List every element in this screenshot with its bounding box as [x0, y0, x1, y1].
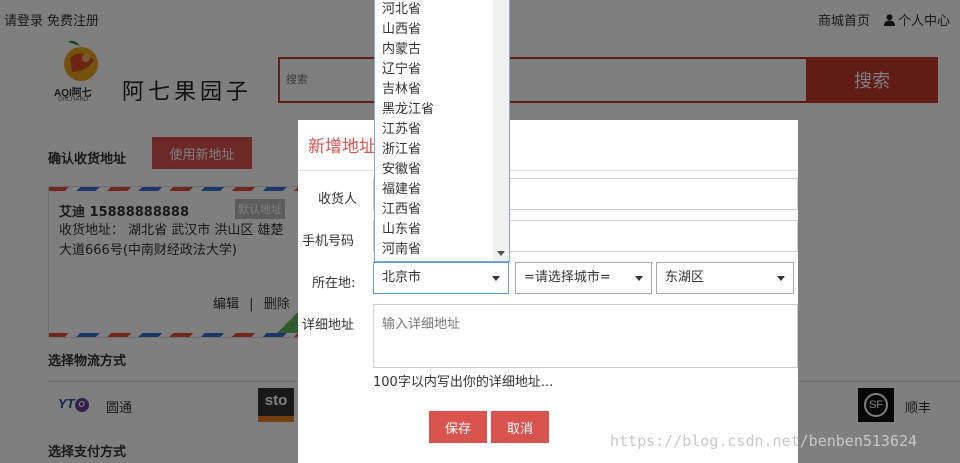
province-option[interactable]: 江苏省	[375, 120, 495, 140]
province-option[interactable]: 山西省	[375, 20, 495, 40]
city-select[interactable]: =请选择城市=	[515, 262, 652, 294]
phone-label: 手机号码	[302, 234, 355, 249]
province-option[interactable]: 福建省	[375, 180, 495, 200]
province-option[interactable]: 山东省	[375, 220, 495, 240]
receiver-label: 收货人	[318, 192, 358, 207]
scroll-down-arrow-icon[interactable]	[497, 251, 505, 256]
chevron-down-icon	[492, 276, 500, 281]
province-value: 北京市	[382, 270, 422, 285]
province-option[interactable]: 江西省	[375, 200, 495, 220]
dropdown-scrollbar[interactable]	[493, 0, 509, 261]
detail-address-textarea[interactable]	[373, 304, 798, 368]
district-select[interactable]: 东湖区	[656, 262, 794, 294]
province-options: 河北省 山西省 内蒙古 辽宁省 吉林省 黑龙江省 江苏省 浙江省 安徽省 福建省 江西省 山东省 河南省	[375, 0, 495, 260]
province-option[interactable]: 吉林省	[375, 80, 495, 100]
save-button[interactable]: 保存	[429, 411, 487, 443]
watermark: https://blog.csdn.net/benben513624	[610, 432, 918, 450]
province-option[interactable]: 浙江省	[375, 140, 495, 160]
modal-divider	[298, 170, 798, 171]
cancel-button[interactable]: 取消	[491, 411, 549, 443]
chevron-down-icon	[635, 276, 643, 281]
modal-title: 新增地址	[308, 137, 376, 157]
province-option[interactable]: 辽宁省	[375, 60, 495, 80]
province-option[interactable]: 河北省	[375, 0, 495, 20]
province-option[interactable]: 黑龙江省	[375, 100, 495, 120]
detail-hint: 100字以内写出你的详细地址...	[373, 375, 554, 390]
city-value: =请选择城市=	[524, 270, 611, 285]
chevron-down-icon	[777, 276, 785, 281]
detail-address-label: 详细地址	[302, 318, 355, 333]
location-label: 所在地:	[312, 276, 356, 291]
province-option[interactable]: 河南省	[375, 240, 495, 260]
province-option[interactable]: 安徽省	[375, 160, 495, 180]
new-address-modal: 新增地址 收货人 手机号码 所在地: 北京市 =请选择城市= 东湖区 详细地址 …	[298, 120, 798, 463]
district-value: 东湖区	[665, 270, 705, 285]
province-option[interactable]: 内蒙古	[375, 40, 495, 60]
province-dropdown-list[interactable]: 河北省 山西省 内蒙古 辽宁省 吉林省 黑龙江省 江苏省 浙江省 安徽省 福建省 江西省 山东省 河南省	[374, 0, 510, 262]
province-select[interactable]: 北京市	[373, 262, 509, 294]
